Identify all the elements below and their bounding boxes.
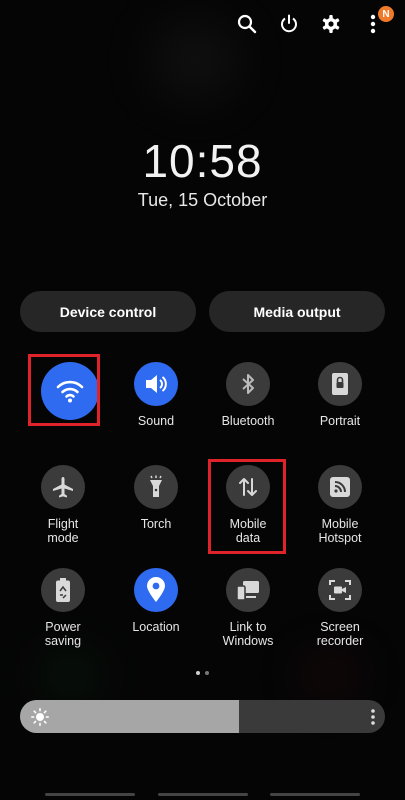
tile-portrait[interactable]: Portrait xyxy=(295,362,385,428)
tile-sound[interactable]: Sound xyxy=(111,362,201,428)
power-icon[interactable] xyxy=(277,12,301,36)
airplane-icon xyxy=(41,465,85,509)
wallpaper-blur xyxy=(300,655,360,695)
tile-label: Location xyxy=(132,620,180,634)
mobile-data-highlight-box xyxy=(208,459,286,554)
tile-label: Power saving xyxy=(44,620,82,648)
volume-icon xyxy=(134,362,178,406)
tile-screen-recorder[interactable]: Screen recorder xyxy=(295,568,385,648)
tile-torch[interactable]: Torch xyxy=(111,465,201,531)
bluetooth-icon xyxy=(226,362,270,406)
gear-icon[interactable] xyxy=(319,12,343,36)
page-dot-active xyxy=(196,671,200,675)
tile-link-to-windows[interactable]: Link to Windows xyxy=(203,568,293,648)
tile-label: Link to Windows xyxy=(222,620,274,648)
battery-recycle-icon xyxy=(41,568,85,612)
nav-bar-segment xyxy=(270,793,360,796)
brightness-slider[interactable] xyxy=(20,700,385,733)
tile-bluetooth[interactable]: Bluetooth xyxy=(203,362,293,428)
screen-record-icon xyxy=(318,568,362,612)
sun-icon xyxy=(31,708,49,726)
hotspot-icon xyxy=(318,465,362,509)
tile-label: Sound xyxy=(137,414,175,428)
more-vertical-icon[interactable]: N xyxy=(361,6,394,36)
page-indicator xyxy=(196,671,209,675)
brightness-more-icon[interactable] xyxy=(369,707,377,727)
nav-bar-segment xyxy=(45,793,135,796)
device-control-button[interactable]: Device control xyxy=(20,291,196,332)
tile-label: Screen recorder xyxy=(316,620,364,648)
location-pin-icon xyxy=(134,568,178,612)
clock-time: 10:58 xyxy=(142,135,263,187)
page-dot xyxy=(205,671,209,675)
search-icon[interactable] xyxy=(235,12,259,36)
tile-flight-mode[interactable]: Flight mode xyxy=(18,465,108,545)
notification-badge: N xyxy=(378,6,394,22)
tile-label: Torch xyxy=(140,517,172,531)
wallpaper-blur xyxy=(40,655,100,695)
clock-date: Tue, 15 October xyxy=(137,190,268,210)
wifi-highlight-box xyxy=(28,354,100,426)
tile-location[interactable]: Location xyxy=(111,568,201,634)
media-output-button[interactable]: Media output xyxy=(209,291,385,332)
brightness-fill xyxy=(20,700,239,733)
tile-mobile-hotspot[interactable]: Mobile Hotspot xyxy=(295,465,385,545)
tile-power-saving[interactable]: Power saving xyxy=(18,568,108,648)
wallpaper-blur xyxy=(150,20,240,100)
top-actions: N xyxy=(235,6,394,36)
tile-label: Flight mode xyxy=(47,517,79,545)
tile-label: Portrait xyxy=(319,414,361,428)
tile-label: Mobile Hotspot xyxy=(318,517,362,545)
tile-label: Bluetooth xyxy=(221,414,275,428)
rotation-lock-icon xyxy=(318,362,362,406)
link-windows-icon xyxy=(226,568,270,612)
flashlight-icon xyxy=(134,465,178,509)
nav-bar-segment xyxy=(158,793,248,796)
